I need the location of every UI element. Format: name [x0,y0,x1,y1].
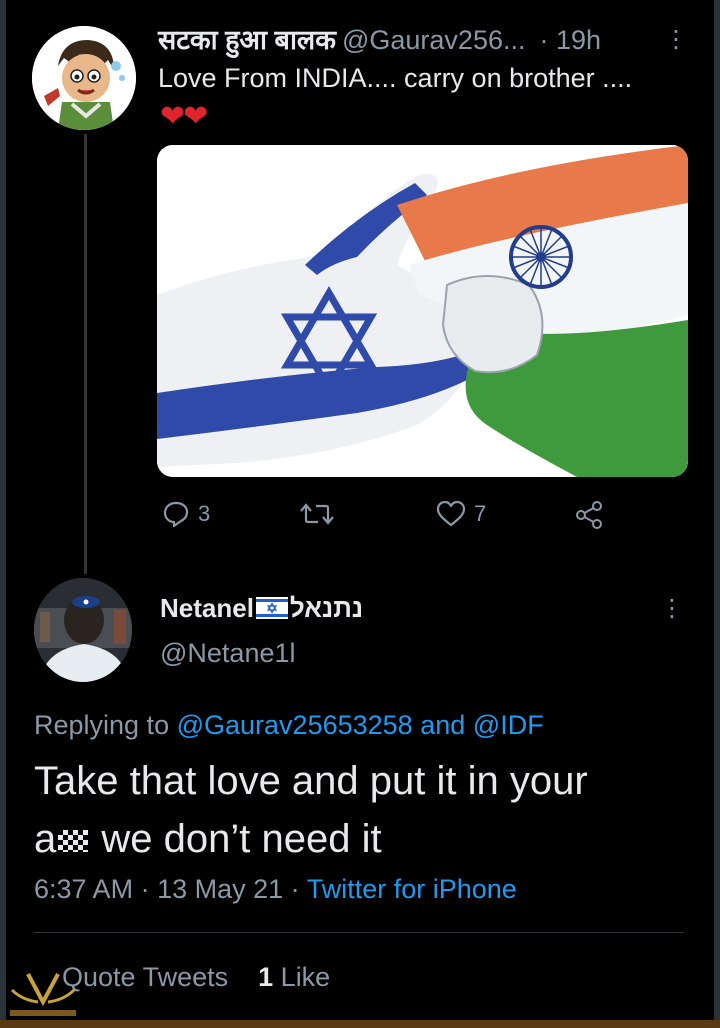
watermark-logo-icon [10,973,76,1016]
tweet2-more-options-icon[interactable]: ⋮ [660,594,684,623]
cartoon-boy-avatar-icon [32,26,136,130]
share-button[interactable] [574,500,604,530]
tweet1-text: Love From INDIA.... carry on brother ...… [158,63,633,93]
tweet2-display-name[interactable]: Netanel נתנאל [160,592,363,624]
tweet1-more-options-icon[interactable]: ⋮ [664,26,688,54]
tweet1-heart-emoji: ❤❤ [160,100,208,133]
censored-pixels [58,830,89,853]
share-icon [576,501,602,529]
avatar-gaurav[interactable] [32,26,136,130]
tweet2-text-line2: a we don’t need it [34,810,674,868]
avatar-netanel[interactable] [34,578,132,682]
reply-bubble-icon [163,501,189,528]
reply-button[interactable]: 3 [162,500,210,528]
tweet1-media-image[interactable] [157,145,688,477]
replying-to-line: Replying to @Gaurav25653258 and @IDF [34,708,544,742]
likes-count[interactable]: 1 [258,962,273,992]
tweet2-text-line1: Take that love and put it in your [34,759,588,803]
tweet1-display-name[interactable]: सटका हुआ बालक [158,25,336,55]
retweet-icon [300,503,334,525]
tweet2-date[interactable]: 13 May 21 [157,874,283,904]
reply-mention-gaurav[interactable]: @Gaurav25653258 [177,710,413,740]
thread-connector-line [84,134,87,574]
tweet2-metadata: 6:37 AM · 13 May 21 · Twitter for iPhone [34,874,517,904]
tweet1-handle[interactable]: @Gaurav256... [342,25,526,55]
stats-divider [34,932,684,933]
tweet2-stats: Quote Tweets 1 Like [62,960,330,994]
tweet2-text-line2-end: we don’t need it [101,817,382,861]
screen-frame-left [0,0,6,1028]
flag-hands-illustration [157,145,688,477]
reply-count: 3 [198,501,211,526]
heart-outline-icon [436,500,466,527]
tweet2-source-link[interactable]: Twitter for iPhone [307,874,517,904]
tweet2-time[interactable]: 6:37 AM [34,874,133,904]
display-name-latin: Netanel [160,593,254,623]
tweet1-timestamp[interactable]: · 19h [540,25,602,55]
bottom-banner-strip [0,1020,720,1028]
replying-prefix: Replying to [34,710,170,740]
display-name-hebrew: נתנאל [289,593,364,623]
tweet2-handle[interactable]: @Netane1l [160,637,296,669]
person-photo-avatar-icon [34,578,132,682]
tweet2-text: Take that love and put it in your a we d… [34,752,674,868]
retweet-button[interactable] [300,500,342,528]
quote-tweets-link[interactable]: Quote Tweets [62,962,228,992]
like-count: 7 [474,501,487,526]
like-button[interactable]: 7 [436,500,486,528]
tweet1-header: सटका हुआ बालक @Gaurav256... · 19h [158,24,601,56]
screen-frame-right [714,0,720,1028]
israel-flag-icon [255,597,288,619]
reply-mention-idf[interactable]: @IDF [473,710,544,740]
tweet1-action-bar: 3 7 [158,500,618,536]
reply-and-connector[interactable]: and [420,710,465,740]
tweet2-text-line2-start: a [34,817,57,861]
likes-label[interactable]: Like [281,962,331,992]
